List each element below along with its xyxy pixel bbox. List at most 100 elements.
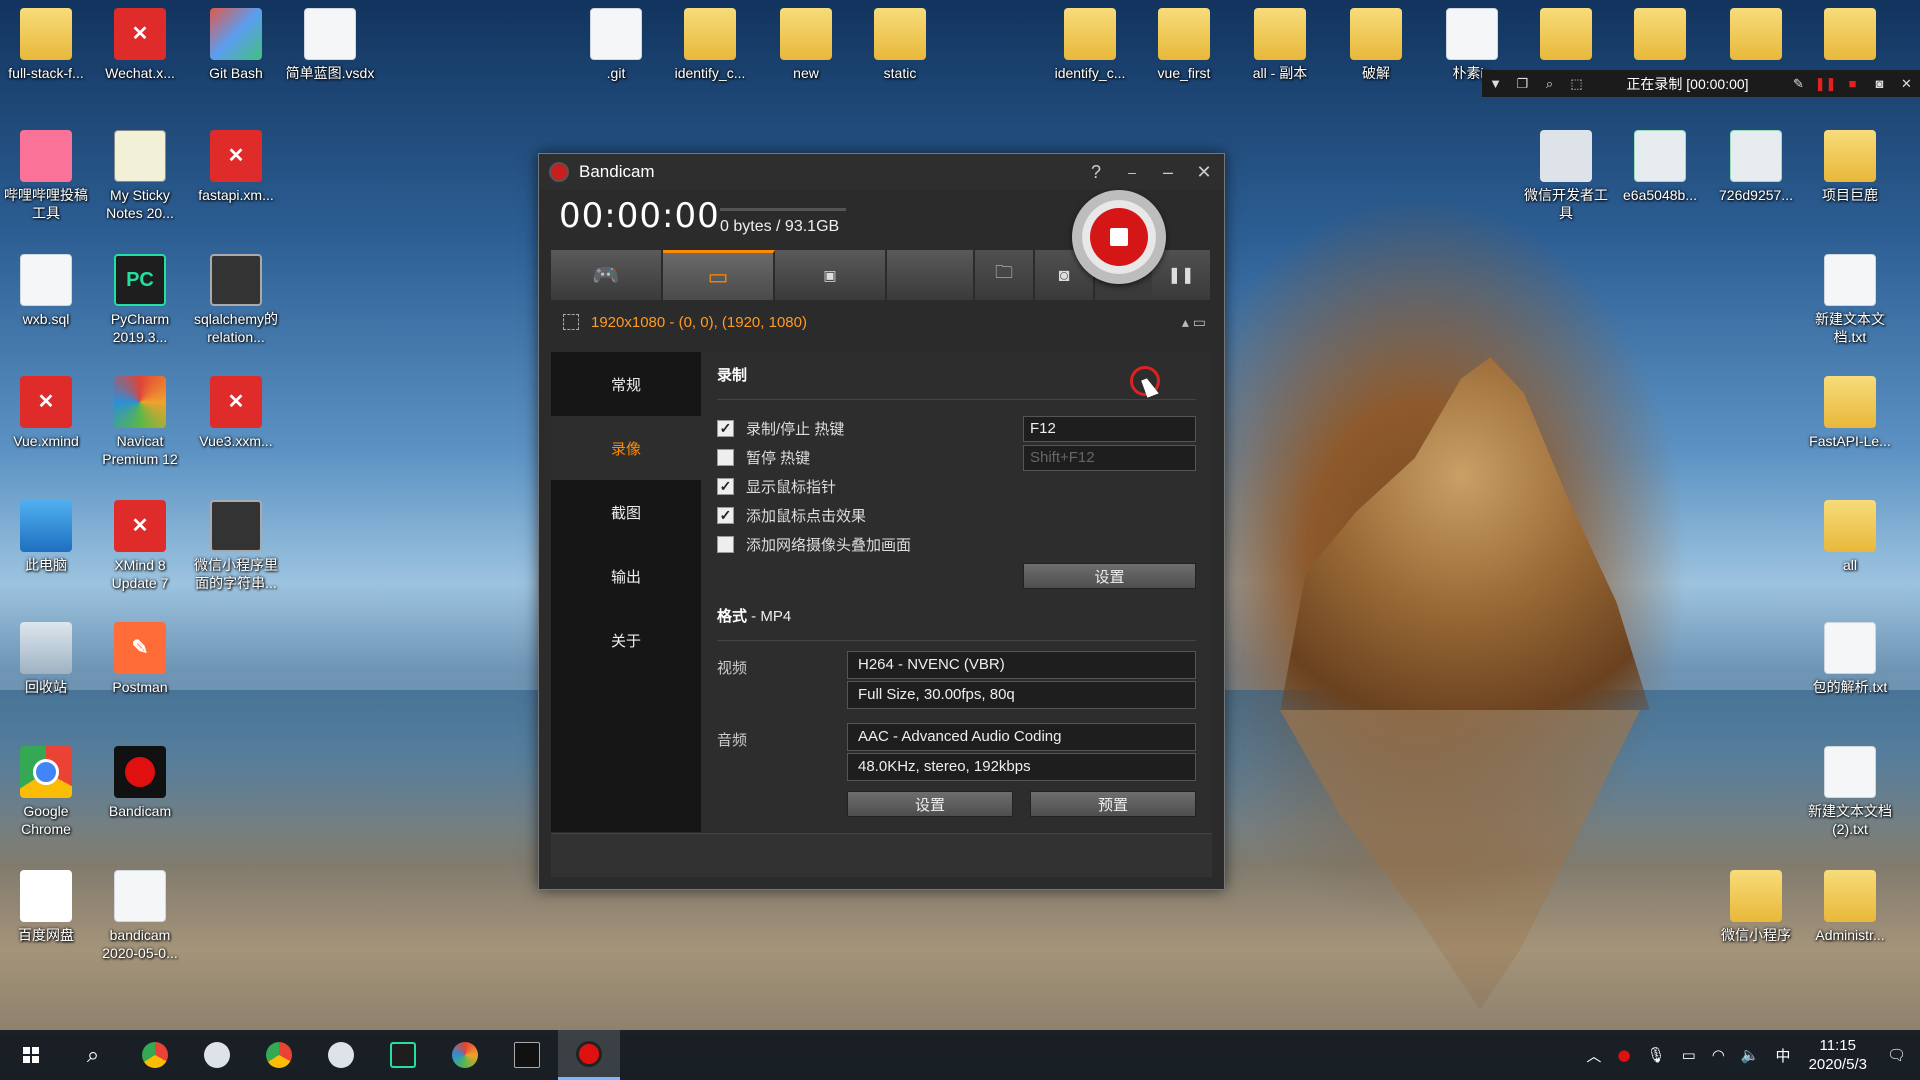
format-settings-button[interactable]: 设置 — [847, 791, 1013, 817]
webcam-overlay-checkbox[interactable] — [717, 536, 734, 553]
desktop-icon[interactable] — [1520, 8, 1612, 64]
desktop-icon[interactable]: Git Bash — [190, 8, 282, 82]
desktop-icon[interactable]: 微信开发者工具 — [1520, 130, 1612, 222]
desktop-icon[interactable] — [1804, 8, 1896, 64]
desktop-icon[interactable]: wxb.sql — [0, 254, 92, 328]
chevron-up-icon[interactable]: ︿ — [1586, 1045, 1601, 1066]
desktop-icon[interactable]: ✕ XMind 8 Update 7 — [94, 500, 186, 592]
region-expand-icon[interactable]: ▴ ▭ — [1182, 314, 1206, 331]
desktop-icon[interactable] — [1614, 8, 1706, 64]
dropdown-icon[interactable]: ▼ — [1482, 76, 1509, 91]
desktop-icon[interactable]: all — [1804, 500, 1896, 574]
record-button[interactable] — [1072, 190, 1166, 284]
start-button[interactable] — [0, 1030, 62, 1080]
desktop-icon[interactable]: full-stack-f... — [0, 8, 92, 82]
record-hotkey-field[interactable]: F12 — [1023, 415, 1196, 442]
minimize-button[interactable]: – — [1152, 162, 1184, 183]
desktop-icon[interactable]: 微信小程序里面的字符串... — [190, 500, 282, 592]
screen-mode-tab[interactable]: ▭ — [663, 250, 775, 300]
preset-button[interactable]: 预置 — [1030, 791, 1196, 817]
desktop-icon[interactable]: ✕ Vue3.xxm... — [190, 376, 282, 450]
taskbar-chrome[interactable] — [124, 1030, 186, 1080]
stop-icon[interactable]: ■ — [1839, 76, 1866, 91]
desktop-icon[interactable]: Administr... — [1804, 870, 1896, 944]
device-mode-tab[interactable]: ▣ — [775, 250, 887, 300]
desktop-icon[interactable]: Google Chrome — [0, 746, 92, 838]
battery-icon[interactable]: ▭ — [1682, 1046, 1696, 1064]
volume-icon[interactable]: 🔈 — [1741, 1046, 1760, 1064]
desktop-icon[interactable]: sqlalchemy的relation... — [190, 254, 282, 346]
taskbar-navicat[interactable] — [434, 1030, 496, 1080]
desktop-icon[interactable]: all - 副本 — [1234, 8, 1326, 82]
desktop-icon[interactable]: FastAPI-Le... — [1804, 376, 1896, 450]
help-button[interactable]: ? — [1080, 162, 1112, 183]
desktop-icon[interactable]: vue_first — [1138, 8, 1230, 82]
click-effect-checkbox[interactable]: ✓ — [717, 507, 734, 524]
game-mode-tab[interactable]: 🎮 — [551, 250, 663, 300]
zoom-icon[interactable]: ⌕ — [1536, 76, 1563, 92]
show-cursor-checkbox[interactable]: ✓ — [717, 478, 734, 495]
taskbar-wechat-devtools[interactable] — [186, 1030, 248, 1080]
desktop-icon[interactable]: 此电脑 — [0, 500, 92, 574]
desktop-icon[interactable] — [1710, 8, 1802, 64]
desktop-icon[interactable]: ✕ fastapi.xm... — [190, 130, 282, 204]
taskbar-bandicam[interactable] — [558, 1030, 620, 1080]
desktop-icon[interactable]: new — [760, 8, 852, 82]
taskbar-chrome-2[interactable] — [248, 1030, 310, 1080]
notification-icon[interactable]: 🗨 — [1887, 1046, 1906, 1064]
desktop-icon[interactable]: ✕ Vue.xmind — [0, 376, 92, 450]
desktop-icon[interactable]: Bandicam — [94, 746, 186, 820]
taskbar-pycharm[interactable] — [372, 1030, 434, 1080]
desktop-icon[interactable]: 包的解析.txt — [1804, 622, 1896, 696]
desktop-icon[interactable]: ✎ Postman — [94, 622, 186, 696]
audio-codec-field[interactable]: AAC - Advanced Audio Coding — [847, 723, 1196, 751]
taskbar-wechat[interactable] — [310, 1030, 372, 1080]
desktop-icon[interactable]: static — [854, 8, 946, 82]
sidebar-item-general[interactable]: 常规 — [551, 352, 701, 416]
restore-icon[interactable]: ‒ — [1116, 164, 1148, 180]
sidebar-item-screenshot[interactable]: 截图 — [551, 480, 701, 544]
desktop-icon[interactable]: bandicam 2020-05-0... — [94, 870, 186, 962]
desktop-icon[interactable]: identify_c... — [664, 8, 756, 82]
desktop-icon[interactable]: 项目巨鹿 — [1804, 130, 1896, 204]
desktop-icon[interactable]: PC PyCharm 2019.3... — [94, 254, 186, 346]
desktop-icon[interactable]: e6a5048b... — [1614, 130, 1706, 204]
sidebar-item-about[interactable]: 关于 — [551, 608, 701, 672]
camera-icon[interactable]: ◙ — [1866, 76, 1893, 91]
desktop-icon[interactable]: 微信小程序 — [1710, 870, 1802, 944]
search-icon[interactable]: ⌕ — [62, 1030, 124, 1080]
video-detail-field[interactable]: Full Size, 30.00fps, 80q — [847, 681, 1196, 709]
desktop-icon[interactable]: Navicat Premium 12 — [94, 376, 186, 468]
bandicam-tray-icon[interactable]: ● — [1617, 1046, 1630, 1064]
taskbar-terminal[interactable] — [496, 1030, 558, 1080]
title-bar[interactable]: Bandicam ? ‒ – ✕ — [539, 154, 1224, 190]
network-icon[interactable]: ◠ — [1712, 1046, 1725, 1064]
desktop-icon[interactable]: 回收站 — [0, 622, 92, 696]
desktop-icon[interactable]: identify_c... — [1044, 8, 1136, 82]
pause-icon[interactable]: ❚❚ — [1812, 76, 1839, 92]
pause-hotkey-checkbox[interactable] — [717, 449, 734, 466]
clock[interactable]: 11:15 2020/5/3 — [1809, 1036, 1867, 1074]
desktop-icon[interactable]: 破解 — [1330, 8, 1422, 82]
region-select-icon[interactable] — [563, 314, 579, 330]
video-codec-field[interactable]: H264 - NVENC (VBR) — [847, 651, 1196, 679]
hotkey-checkbox[interactable]: ✓ — [717, 420, 734, 437]
desktop-icon[interactable]: 哔哩哔哩投稿工具 — [0, 130, 92, 222]
sidebar-item-video[interactable]: 录像 — [551, 416, 701, 480]
pencil-icon[interactable]: ✎ — [1785, 76, 1812, 92]
window-icon[interactable]: ❐ — [1509, 76, 1536, 92]
desktop-icon[interactable]: 726d9257... — [1710, 130, 1802, 204]
crop-icon[interactable]: ⬚ — [1563, 76, 1590, 92]
ime-indicator[interactable]: 中 — [1776, 1045, 1791, 1066]
microphone-icon[interactable]: 🎙 — [1647, 1046, 1666, 1064]
audio-detail-field[interactable]: 48.0KHz, stereo, 192kbps — [847, 753, 1196, 781]
desktop-icon[interactable]: .git — [570, 8, 662, 82]
desktop-icon[interactable]: 新建文本文档.txt — [1804, 254, 1896, 346]
desktop-icon[interactable]: 百度网盘 — [0, 870, 92, 944]
sidebar-item-output[interactable]: 输出 — [551, 544, 701, 608]
desktop-icon[interactable]: ✕ Wechat.x... — [94, 8, 186, 82]
desktop-icon[interactable]: 简单蓝图.vsdx — [284, 8, 376, 82]
region-bar[interactable]: 1920x1080 - (0, 0), (1920, 1080) ▴ ▭ — [539, 300, 1224, 344]
desktop-icon[interactable]: My Sticky Notes 20... — [94, 130, 186, 222]
close-button[interactable]: ✕ — [1188, 162, 1220, 183]
